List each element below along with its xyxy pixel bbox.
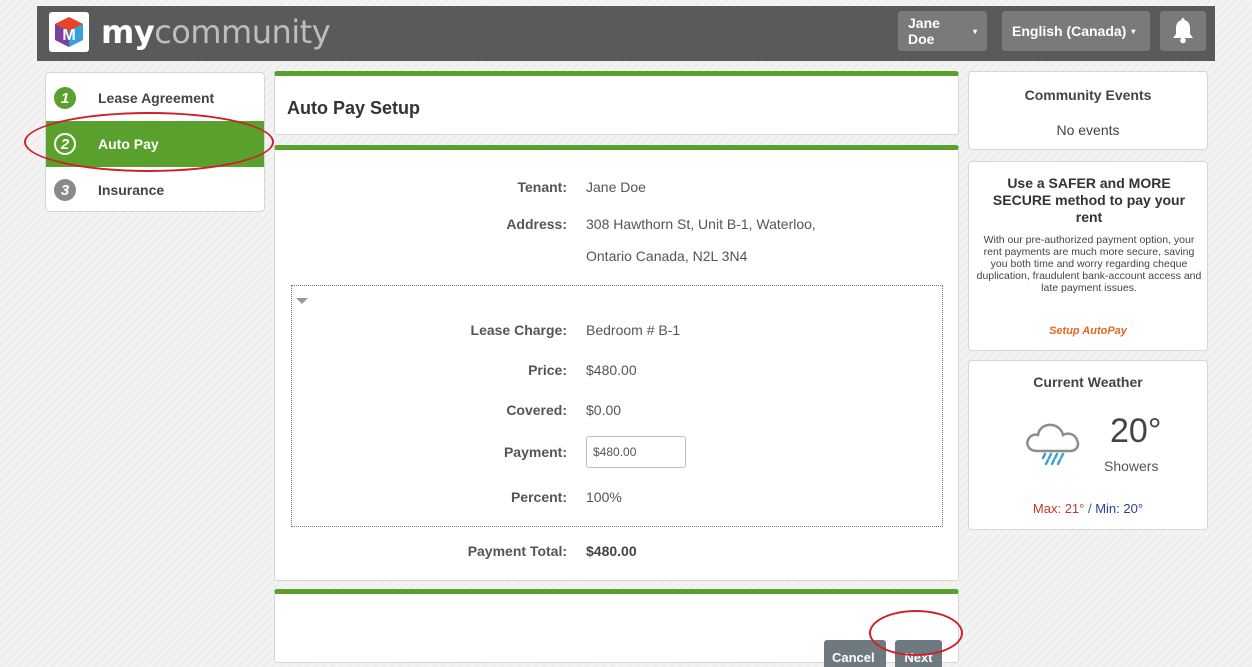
brand-wordmark[interactable]: mycommunity (101, 13, 331, 51)
language-menu-button[interactable]: English (Canada) ▾ (1002, 11, 1150, 51)
community-events-empty: No events (1056, 122, 1120, 138)
price-value: $480.00 (586, 362, 637, 378)
autopay-promo-widget: Use a SAFER and MORE SECURE method to pa… (968, 161, 1208, 351)
weather-condition: Showers (1104, 458, 1159, 474)
covered-row: Covered: $0.00 (275, 402, 955, 422)
community-events-title: Community Events (1024, 87, 1152, 103)
step-auto-pay[interactable]: 2 Auto Pay (46, 121, 264, 167)
promo-heading: Use a SAFER and MORE SECURE method to pa… (992, 175, 1186, 225)
address-line-2: Ontario Canada, N2L 3N4 (586, 248, 748, 264)
address-label: Address: (506, 216, 567, 232)
step-lease-agreement[interactable]: 1 Lease Agreement (46, 75, 264, 121)
address-row-2: Ontario Canada, N2L 3N4 (275, 248, 955, 268)
tenant-value: Jane Doe (586, 179, 646, 195)
weather-separator: / (1084, 501, 1096, 516)
payment-total-value: $480.00 (586, 543, 637, 559)
price-label: Price: (528, 362, 567, 378)
covered-label: Covered: (506, 402, 567, 418)
weather-title: Current Weather (1033, 374, 1143, 390)
tenant-row: Tenant: Jane Doe (275, 179, 955, 199)
form-actions: Cancel Next (274, 589, 959, 667)
mycommunity-logo[interactable]: M (49, 12, 89, 52)
weather-min: Min: 20° (1095, 501, 1144, 516)
collapse-triangle-icon[interactable] (296, 298, 308, 304)
cancel-button[interactable]: Cancel (824, 640, 886, 667)
price-row: Price: $480.00 (275, 362, 955, 382)
next-button[interactable]: Next (895, 640, 942, 667)
caret-down-icon: ▾ (1131, 26, 1136, 36)
address-line-1: 308 Hawthorn St, Unit B-1, Waterloo, (586, 216, 816, 232)
page-title: Auto Pay Setup (287, 98, 421, 118)
auto-pay-form: Tenant: Jane Doe Address: 308 Hawthorn S… (274, 145, 959, 581)
covered-value: $0.00 (586, 402, 622, 418)
rain-cloud-icon (1026, 423, 1080, 466)
brand-community: community (154, 13, 331, 51)
notifications-button[interactable] (1160, 11, 1206, 51)
payment-label: Payment: (503, 444, 567, 460)
current-weather-widget: Current Weather 20° Showers Max: 21° / M… (968, 360, 1208, 530)
top-navigation-bar: M mycommunity Jane Doe ▾ English (Canada… (37, 6, 1215, 61)
user-menu-button[interactable]: Jane Doe ▾ (898, 11, 987, 51)
step-label: Auto Pay (98, 136, 159, 152)
step-number-badge: 2 (54, 133, 76, 155)
step-number-badge: 3 (54, 179, 76, 201)
user-menu-label: Jane Doe (908, 15, 940, 47)
bell-icon (1173, 18, 1193, 44)
address-row: Address: 308 Hawthorn St, Unit B-1, Wate… (275, 216, 955, 236)
payment-input[interactable] (586, 436, 686, 468)
step-number-badge: 1 (54, 87, 76, 109)
step-insurance[interactable]: 3 Insurance (46, 167, 264, 213)
payment-total-label: Payment Total: (467, 543, 567, 559)
logo-icon: M (55, 17, 83, 47)
wizard-steps: 1 Lease Agreement 2 Auto Pay 3 Insurance (45, 72, 265, 212)
page-title-panel: Auto Pay Setup (274, 71, 959, 135)
caret-down-icon: ▾ (972, 26, 977, 36)
weather-max: Max: 21° (1032, 501, 1085, 516)
percent-value: 100% (586, 489, 622, 505)
lease-charge-row: Lease Charge: Bedroom # B-1 (275, 322, 955, 342)
percent-row: Percent: 100% (275, 489, 955, 509)
brand-my: my (101, 13, 155, 51)
community-events-widget: Community Events No events (968, 71, 1208, 150)
percent-label: Percent: (510, 489, 567, 505)
lease-charge-label: Lease Charge: (470, 322, 567, 338)
svg-text:M: M (62, 27, 75, 44)
step-label: Insurance (98, 182, 165, 198)
weather-min-max: Max: 21° / Min: 20° (969, 501, 1207, 516)
payment-total-row: Payment Total: $480.00 (275, 543, 955, 563)
tenant-label: Tenant: (517, 179, 567, 195)
step-label: Lease Agreement (98, 90, 215, 106)
promo-body: With our pre-authorized payment option, … (976, 234, 1202, 294)
language-menu-label: English (Canada) (1012, 23, 1127, 39)
lease-charge-value: Bedroom # B-1 (586, 322, 681, 338)
setup-autopay-link[interactable]: Setup AutoPay (969, 325, 1207, 337)
weather-temperature: 20° (1110, 412, 1162, 450)
payment-row: Payment: (275, 436, 955, 468)
